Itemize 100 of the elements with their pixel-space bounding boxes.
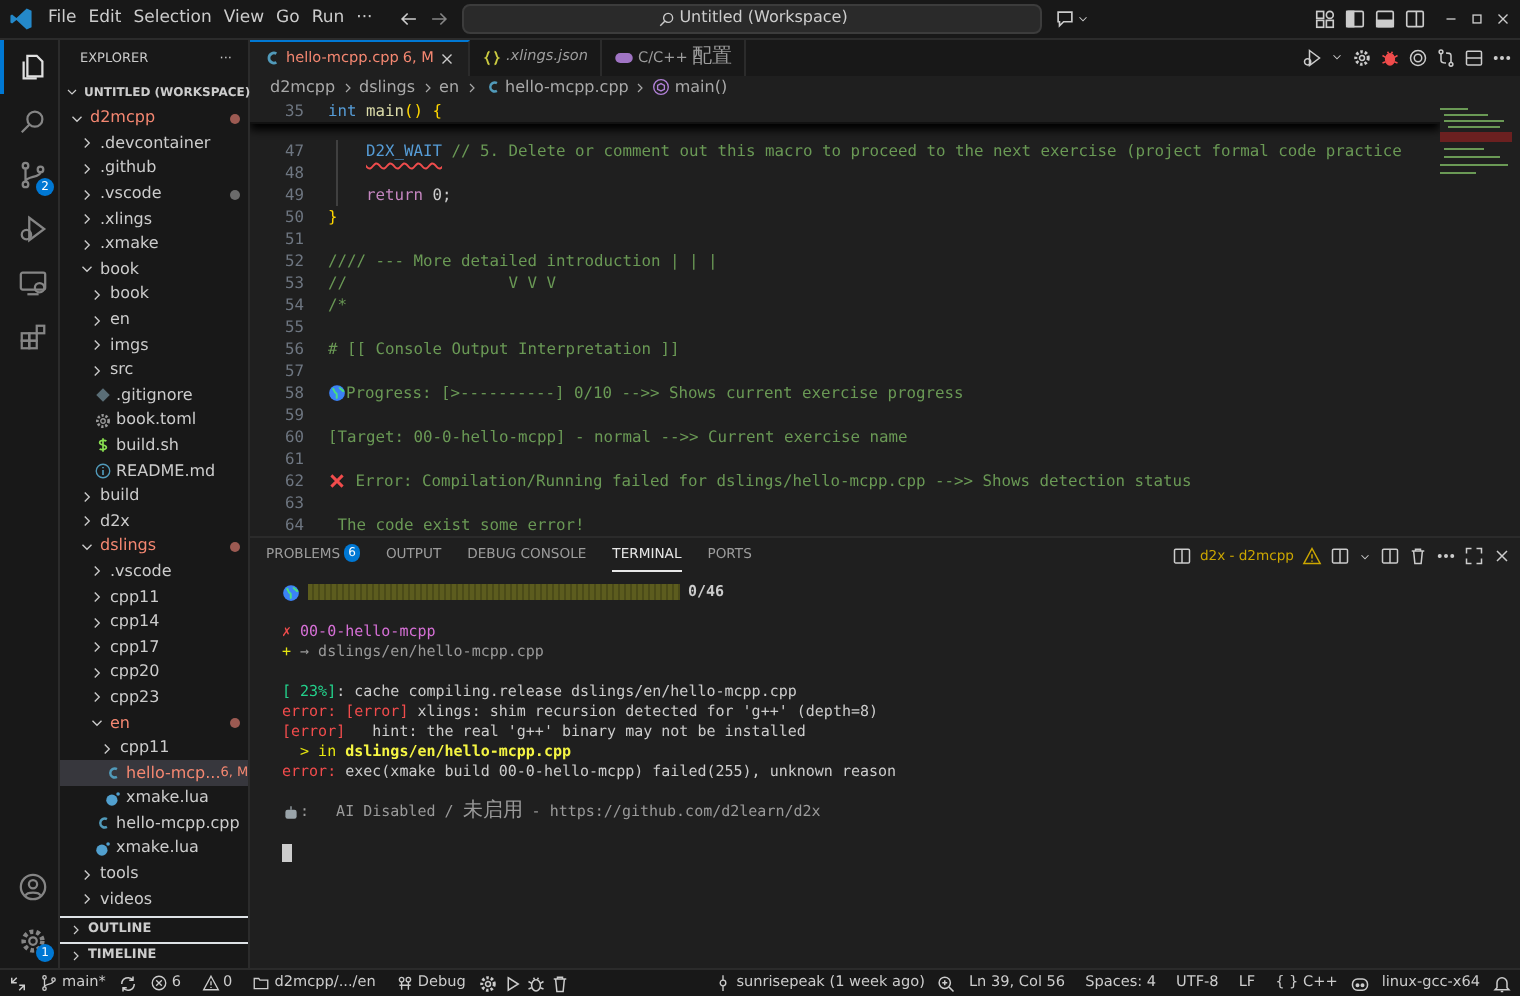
vscode-logo-icon[interactable] <box>8 5 34 32</box>
tree-item[interactable]: build.sh <box>60 433 248 459</box>
search-icon <box>17 105 47 136</box>
bell-icon[interactable] <box>1492 973 1512 993</box>
warning-icon <box>1302 546 1322 567</box>
breadcrumb-item[interactable]: dslings <box>359 75 416 100</box>
tree-item[interactable]: dslings <box>60 534 248 560</box>
folder-icon <box>252 974 271 992</box>
copilot-icon[interactable] <box>1349 973 1370 993</box>
branch-icon <box>40 974 58 992</box>
tree-item[interactable]: cpp20 <box>60 660 248 686</box>
cpp-file-icon <box>94 814 112 833</box>
tree-item[interactable]: cpp17 <box>60 634 248 661</box>
gear-icon[interactable] <box>1352 47 1372 68</box>
search-field[interactable]: Untitled (Workspace) <box>462 3 1043 34</box>
compare-icon[interactable] <box>1436 47 1456 68</box>
tree-item[interactable]: xmake.lua <box>60 836 248 862</box>
forward-arrow-icon[interactable] <box>428 7 451 30</box>
info-icon <box>94 462 112 481</box>
secondary-sidebar-icon[interactable] <box>1404 7 1426 30</box>
tree-item[interactable]: en <box>60 710 248 736</box>
tree-item[interactable]: cpp23 <box>60 685 248 711</box>
sidebar-toggle-icon[interactable] <box>1344 7 1366 30</box>
tree-item[interactable]: book <box>60 257 248 283</box>
tree-item[interactable]: .devcontainer <box>60 131 248 157</box>
split-icon[interactable] <box>1330 546 1350 567</box>
panel-toggle-icon[interactable] <box>1374 7 1396 30</box>
maximize-icon[interactable] <box>1464 546 1484 567</box>
breadcrumb-item[interactable]: d2mcpp <box>270 75 336 100</box>
cpp-file-icon <box>483 78 502 97</box>
tree-item[interactable]: d2mcpp <box>60 105 248 132</box>
split-icon <box>1171 546 1192 567</box>
cpp-file-icon <box>262 48 282 69</box>
menu-item[interactable]: File <box>42 6 83 32</box>
caret-icon[interactable] <box>1076 11 1091 26</box>
layout-icon[interactable] <box>1314 7 1336 30</box>
tree-item[interactable]: cpp14 <box>60 609 248 635</box>
caret-icon[interactable] <box>1330 50 1344 65</box>
menu-item[interactable]: View <box>217 6 271 32</box>
menu-item[interactable]: Edit <box>82 6 128 32</box>
run-debug-icon[interactable] <box>1302 47 1322 68</box>
breadcrumb-item[interactable]: main() <box>652 75 728 100</box>
split-editor-icon[interactable] <box>1464 47 1484 68</box>
globe-icon <box>328 384 346 403</box>
menu-item[interactable]: Selection <box>127 6 218 32</box>
account-icon <box>17 872 47 902</box>
remote-icon[interactable] <box>8 973 28 993</box>
close-icon[interactable] <box>1492 546 1512 567</box>
trash-icon[interactable] <box>1408 546 1428 567</box>
tree-item[interactable]: .xlings <box>60 206 248 232</box>
braces-icon <box>481 47 502 68</box>
tree-item[interactable]: .vscode <box>60 559 248 585</box>
tree-item[interactable]: README.md <box>60 458 248 484</box>
shell-file-icon <box>94 436 112 455</box>
breadcrumb-item[interactable]: hello-mcpp.cpp <box>483 75 629 100</box>
warning-icon <box>201 974 220 992</box>
lua-file-icon <box>94 839 112 858</box>
error-icon <box>149 974 168 992</box>
back-arrow-icon[interactable] <box>398 7 421 30</box>
split-icon[interactable] <box>1380 546 1400 567</box>
tree-item[interactable]: .vscode <box>60 181 248 207</box>
bug-icon[interactable] <box>1380 47 1400 68</box>
breadcrumb-item[interactable]: en <box>439 75 460 100</box>
tree-item[interactable]: .github <box>60 156 248 182</box>
tree-item[interactable]: hello-mcpp.cpp <box>60 811 248 837</box>
source-control-icon <box>17 159 47 190</box>
lua-file-icon <box>104 789 122 808</box>
cube-icon <box>652 78 671 97</box>
zoom-icon[interactable] <box>936 973 957 993</box>
trash-icon[interactable] <box>549 973 570 993</box>
tree-item[interactable]: book <box>60 282 248 308</box>
menu-item[interactable]: ··· <box>350 6 379 32</box>
gear-icon[interactable] <box>477 973 498 993</box>
menu-item[interactable]: Go <box>270 6 306 32</box>
settings-icon <box>17 926 47 956</box>
close-icon[interactable] <box>437 49 456 68</box>
cpp-file-icon <box>104 764 122 783</box>
spiral-icon[interactable] <box>1408 47 1428 68</box>
menu-item[interactable]: Run <box>305 6 351 32</box>
files-icon <box>17 51 47 82</box>
tree-item[interactable]: cpp11 <box>60 735 248 761</box>
chat-icon[interactable] <box>1054 7 1077 30</box>
bug-icon[interactable] <box>525 973 546 993</box>
close-icon[interactable] <box>1494 9 1512 28</box>
maximize-window-icon[interactable] <box>1468 9 1486 28</box>
error-cross-icon <box>328 472 346 491</box>
tree-item[interactable]: tools <box>60 861 248 887</box>
sync-icon[interactable] <box>117 973 138 993</box>
tree-item[interactable]: .xmake <box>60 231 248 258</box>
tree-item[interactable]: book.toml <box>60 408 248 434</box>
caret-icon[interactable] <box>1358 549 1372 564</box>
tree-item[interactable]: d2x <box>60 508 248 535</box>
tree-item[interactable]: imgs <box>60 332 248 358</box>
tree-item[interactable]: cpp11 <box>60 584 248 610</box>
tree-item[interactable]: xmake.lua <box>60 785 248 812</box>
tree-item[interactable]: en <box>60 307 248 333</box>
tree-item[interactable]: .gitignore <box>60 382 248 409</box>
tree-item[interactable]: videos <box>60 886 248 912</box>
tree-item[interactable]: src <box>60 357 248 383</box>
tree-item[interactable]: build <box>60 483 248 509</box>
